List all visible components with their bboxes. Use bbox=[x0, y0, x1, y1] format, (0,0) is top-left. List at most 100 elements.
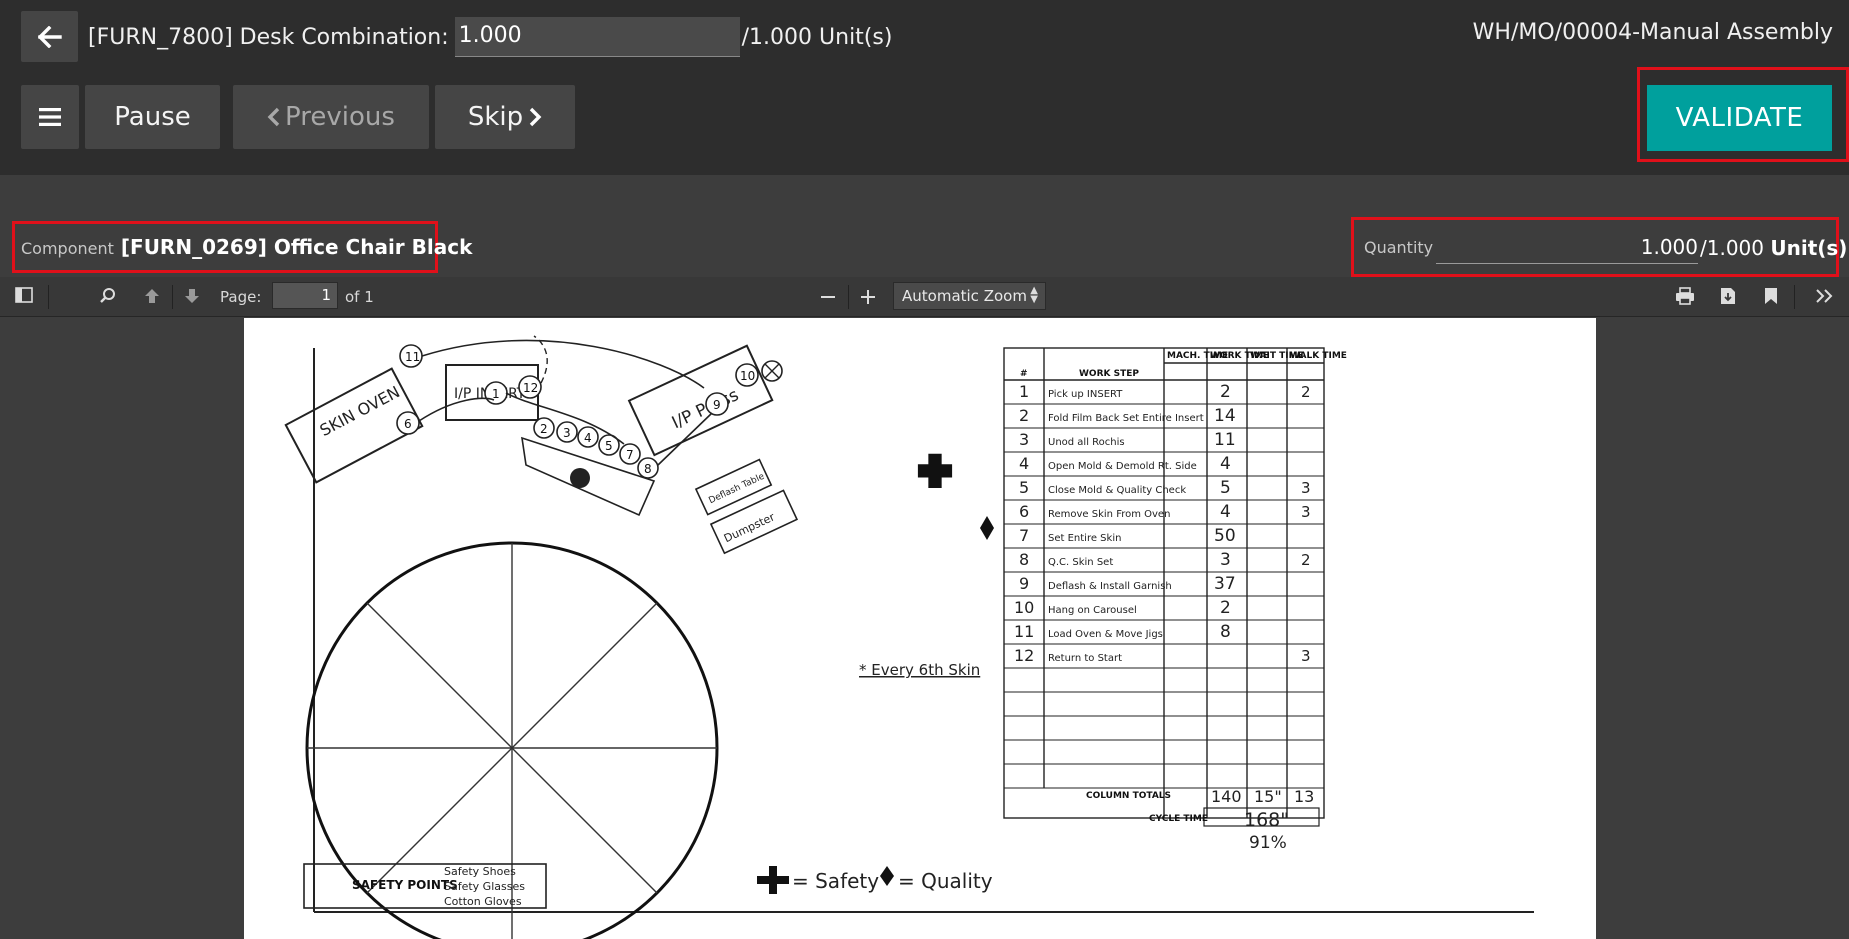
legend-safety: = Safety bbox=[792, 869, 879, 893]
table-row: 5 Close Mold & Quality Check 5 3 bbox=[1019, 478, 1311, 498]
total-wait: 15" bbox=[1254, 787, 1282, 806]
safety-item-gloves: Cotton Gloves bbox=[444, 895, 522, 908]
back-button[interactable] bbox=[21, 11, 78, 62]
download-icon[interactable] bbox=[1719, 287, 1737, 305]
row-work-step: Hang on Carousel bbox=[1048, 605, 1137, 616]
every-6th-skin-note: * Every 6th Skin bbox=[859, 661, 980, 679]
row-walk-time: 3 bbox=[1301, 647, 1311, 665]
skip-label: Skip bbox=[467, 102, 524, 132]
col-header-number: # bbox=[1020, 369, 1028, 379]
row-work-step: Fold Film Back Set Entire Insert bbox=[1048, 413, 1204, 424]
pdf-page: SKIN OVEN I/P INSERTS I/P Press Deflash … bbox=[244, 318, 1596, 939]
worksheet-drawing: SKIN OVEN I/P INSERTS I/P Press Deflash … bbox=[284, 335, 1534, 939]
zoom-out-icon[interactable] bbox=[820, 289, 836, 305]
row-number: 1 bbox=[1019, 382, 1029, 401]
zoom-select[interactable]: Automatic Zoom ▲ ▼ bbox=[893, 282, 1046, 310]
previous-label: Previous bbox=[285, 102, 395, 132]
row-work-step: Set Entire Skin bbox=[1048, 533, 1121, 544]
cycle-time-label: CYCLE TIME bbox=[1149, 814, 1208, 824]
row-number: 9 bbox=[1019, 574, 1029, 593]
col-header-work-step: WORK STEP bbox=[1079, 369, 1139, 379]
total-work: 140 bbox=[1211, 787, 1242, 806]
row-walk-time: 3 bbox=[1301, 503, 1311, 521]
pause-button[interactable]: Pause bbox=[85, 85, 220, 149]
previous-button[interactable]: Previous bbox=[233, 85, 429, 149]
row-work-time: 4 bbox=[1220, 502, 1231, 522]
quantity-total: /1.000 Unit(s) bbox=[1700, 236, 1847, 260]
row-work-time: 37 bbox=[1214, 574, 1236, 594]
validate-button[interactable]: VALIDATE bbox=[1647, 85, 1832, 151]
row-work-time: 2 bbox=[1220, 382, 1231, 402]
menu-button[interactable] bbox=[21, 85, 79, 149]
svg-text:11: 11 bbox=[405, 350, 420, 364]
row-number: 2 bbox=[1019, 406, 1029, 425]
row-number: 12 bbox=[1014, 646, 1034, 665]
quantity-done-input[interactable]: 1.000 bbox=[1436, 231, 1698, 264]
quantity-label: Quantity bbox=[1364, 238, 1434, 257]
svg-text:12: 12 bbox=[523, 381, 538, 395]
hamburger-icon bbox=[39, 108, 61, 126]
sidebar-toggle-icon[interactable] bbox=[15, 287, 33, 303]
svg-text:10: 10 bbox=[740, 369, 755, 383]
col-header-walk-time: WALK TIME bbox=[1290, 351, 1347, 361]
row-number: 5 bbox=[1019, 478, 1029, 497]
zoom-value: Automatic Zoom bbox=[902, 287, 1027, 305]
print-icon[interactable] bbox=[1675, 287, 1695, 305]
legend-quality: = Quality bbox=[898, 869, 993, 893]
quantity-total-value: /1.000 bbox=[1700, 236, 1764, 260]
page-label: Page: bbox=[220, 288, 262, 306]
page-number-input[interactable]: 1 bbox=[272, 282, 338, 309]
table-row: 6 Remove Skin From Oven 4 3 bbox=[1019, 502, 1311, 522]
select-arrows-icon: ▲ ▼ bbox=[1030, 285, 1038, 305]
table-row: 10 Hang on Carousel 2 bbox=[1014, 598, 1231, 618]
svg-text:5: 5 bbox=[605, 439, 613, 453]
toolbar-separator bbox=[48, 285, 49, 309]
svg-text:6: 6 bbox=[404, 417, 412, 431]
arrow-up-icon[interactable] bbox=[143, 287, 161, 305]
pdf-toolbar: Page: 1 of 1 Automatic Zoom ▲ ▼ bbox=[0, 277, 1849, 317]
arrow-down-icon[interactable] bbox=[183, 287, 201, 305]
row-work-time: 8 bbox=[1220, 622, 1231, 642]
toolbar-separator bbox=[172, 285, 173, 309]
safety-item-shoes: Safety Shoes bbox=[444, 865, 516, 878]
svg-text:2: 2 bbox=[540, 422, 548, 436]
row-work-step: Remove Skin From Oven bbox=[1048, 509, 1170, 520]
table-row: 8 Q.C. Skin Set 3 2 bbox=[1019, 550, 1311, 570]
row-number: 3 bbox=[1019, 430, 1029, 449]
row-work-step: Deflash & Install Garnish bbox=[1048, 581, 1172, 592]
producing-quantity-input[interactable]: 1.000 bbox=[454, 17, 740, 57]
efficiency-percent: 91% bbox=[1249, 833, 1287, 853]
quantity-unit: Unit(s) bbox=[1770, 236, 1848, 260]
pause-label: Pause bbox=[114, 102, 191, 132]
component-value: [FURN_0269] Office Chair Black bbox=[120, 235, 473, 259]
validate-label: VALIDATE bbox=[1675, 103, 1804, 133]
row-walk-time: 3 bbox=[1301, 479, 1311, 497]
zoom-in-icon[interactable] bbox=[860, 289, 876, 305]
component-label: Component bbox=[21, 239, 114, 258]
row-work-time: 50 bbox=[1214, 526, 1236, 546]
row-work-time: 5 bbox=[1220, 478, 1231, 498]
svg-text:9: 9 bbox=[713, 398, 721, 412]
cycle-time-value: 168" bbox=[1244, 809, 1289, 831]
double-chevron-right-icon[interactable] bbox=[1815, 288, 1835, 304]
table-row: 1 Pick up INSERT 2 2 bbox=[1019, 382, 1311, 402]
row-number: 8 bbox=[1019, 550, 1029, 569]
row-walk-time: 2 bbox=[1301, 383, 1311, 401]
search-icon[interactable] bbox=[99, 287, 117, 305]
row-work-step: Pick up INSERT bbox=[1048, 389, 1123, 400]
svg-text:7: 7 bbox=[626, 448, 634, 462]
row-number: 4 bbox=[1019, 454, 1029, 473]
row-number: 10 bbox=[1014, 598, 1034, 617]
pdf-document-area[interactable]: SKIN OVEN I/P INSERTS I/P Press Deflash … bbox=[0, 318, 1849, 939]
ip-press-label: I/P Press bbox=[669, 385, 742, 433]
row-work-time: 3 bbox=[1220, 550, 1231, 570]
row-work-step: Return to Start bbox=[1048, 653, 1122, 664]
table-row: 11 Load Oven & Move Jigs 8 bbox=[1014, 622, 1231, 642]
chevron-left-icon bbox=[267, 107, 280, 127]
component-field: Component [FURN_0269] Office Chair Black bbox=[21, 235, 472, 259]
order-reference: WH/MO/00004-Manual Assembly bbox=[1472, 20, 1833, 45]
safety-item-glasses: Safety Glasses bbox=[444, 880, 525, 893]
toolbar-separator bbox=[848, 285, 849, 309]
bookmark-icon[interactable] bbox=[1764, 287, 1778, 305]
skip-button[interactable]: Skip bbox=[435, 85, 575, 149]
